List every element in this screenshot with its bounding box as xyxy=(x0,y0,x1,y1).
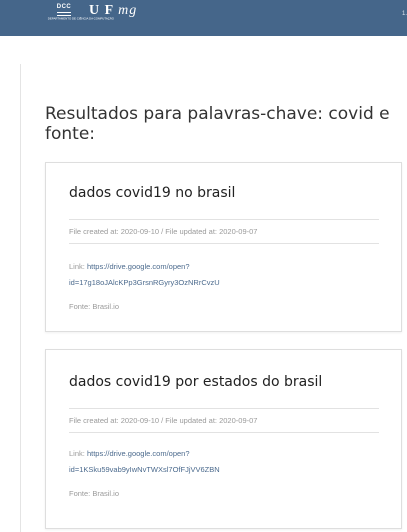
ufmg-logo[interactable]: U F mg xyxy=(89,3,137,19)
result-source: Fonte: Brasil.io xyxy=(69,302,120,311)
divider xyxy=(69,432,379,433)
result-card: dados covid19 no brasil File created at:… xyxy=(45,162,402,332)
header-right-text: 1. xyxy=(401,11,407,17)
result-link-label: Link: xyxy=(69,449,85,458)
top-header-bar: DCC DEPARTAMENTO DE CIÊNCIA DA COMPUTAÇÃ… xyxy=(0,0,407,36)
result-card: dados covid19 por estados do brasil File… xyxy=(45,349,402,529)
page-title: Resultados para palavras-chave: covid e … xyxy=(45,104,390,144)
result-link-block: Link: https://drive.google.com/open? id=1… xyxy=(69,259,369,291)
dcc-logo-bars-icon xyxy=(57,12,71,16)
dcc-logo[interactable]: DCC DEPARTAMENTO DE CIÊNCIA DA COMPUTAÇÃ… xyxy=(46,3,115,29)
result-dates: File created at: 2020-09-10 / File updat… xyxy=(69,227,258,236)
divider xyxy=(69,219,379,220)
result-link-block: Link: https://drive.google.com/open? id=1… xyxy=(69,446,369,478)
dcc-logo-mark: DCC xyxy=(56,4,72,10)
result-link-label: Link: xyxy=(69,262,85,271)
result-link[interactable]: https://drive.google.com/open? id=1KSku59… xyxy=(69,449,220,474)
content-left-border xyxy=(20,64,21,532)
result-link[interactable]: https://drive.google.com/open? id=17g18oJ… xyxy=(69,262,220,287)
divider xyxy=(69,408,379,409)
result-source: Fonte: Brasil.io xyxy=(69,489,120,498)
result-title[interactable]: dados covid19 por estados do brasil xyxy=(69,374,322,390)
dcc-logo-subtitle: DEPARTAMENTO DE CIÊNCIA DA COMPUTAÇÃO xyxy=(47,17,115,21)
result-title[interactable]: dados covid19 no brasil xyxy=(69,185,235,201)
result-dates: File created at: 2020-09-10 / File updat… xyxy=(69,416,258,425)
divider xyxy=(69,243,379,244)
